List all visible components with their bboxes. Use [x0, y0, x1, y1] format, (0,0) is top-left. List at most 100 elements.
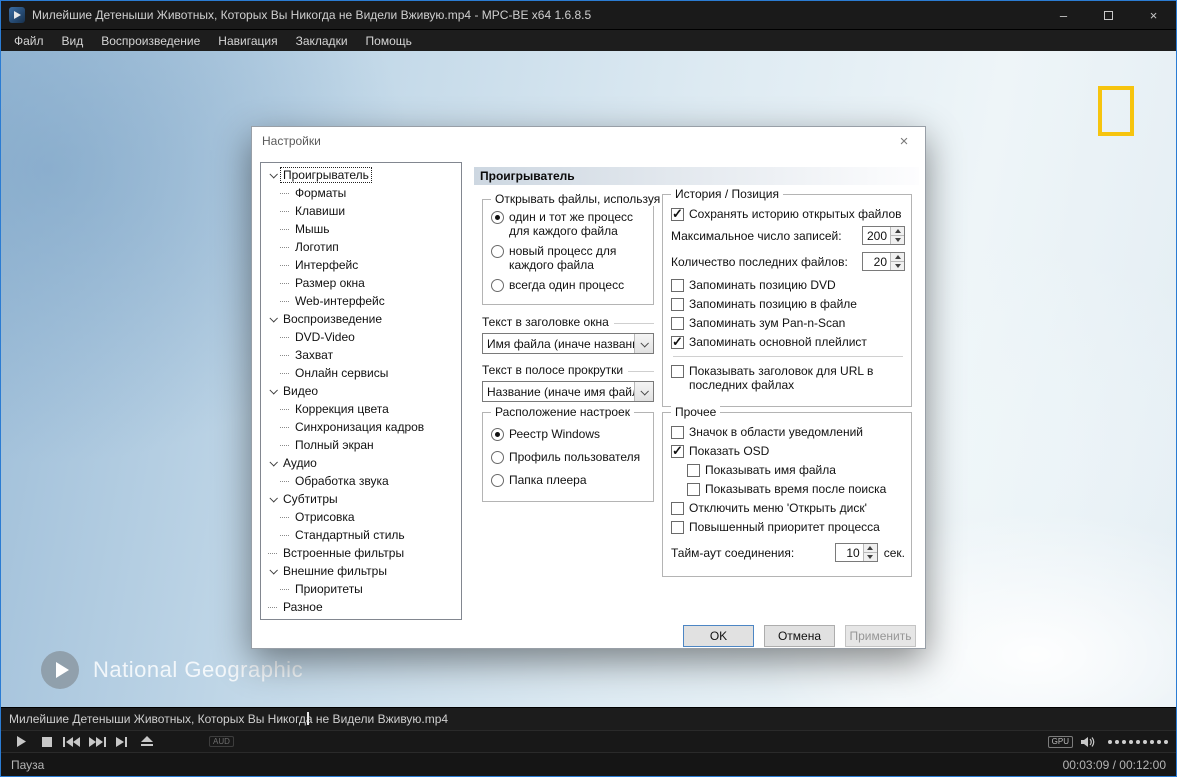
- checkbox-high-priority[interactable]: Повышенный приоритет процесса: [671, 520, 905, 534]
- close-button[interactable]: ×: [1131, 1, 1176, 29]
- radio-same-process[interactable]: один и тот же процесс для каждого файла: [491, 210, 647, 238]
- chevron-down-icon[interactable]: [266, 388, 280, 394]
- menu-navigation[interactable]: Навигация: [209, 30, 286, 51]
- checkbox-show-osd[interactable]: Показать OSD: [671, 443, 905, 459]
- radio-icon[interactable]: [491, 428, 504, 441]
- menu-help[interactable]: Помощь: [357, 30, 421, 51]
- radio-player-folder[interactable]: Папка плеера: [491, 473, 647, 487]
- radio-single-process[interactable]: всегда один процесс: [491, 278, 647, 292]
- dialog-close-button[interactable]: ×: [893, 133, 915, 150]
- radio-registry[interactable]: Реестр Windows: [491, 427, 647, 441]
- tree-item-audio-processing[interactable]: Обработка звука: [261, 472, 461, 490]
- play-button[interactable]: [9, 731, 34, 752]
- chevron-down-icon[interactable]: [634, 334, 653, 353]
- tree-item-window-size[interactable]: Размер окна: [261, 274, 461, 292]
- tree-item-capture[interactable]: Захват: [261, 346, 461, 364]
- stop-button[interactable]: [34, 731, 59, 752]
- tree-item-mouse[interactable]: Мышь: [261, 220, 461, 238]
- chevron-down-icon[interactable]: [634, 382, 653, 401]
- checkbox-icon[interactable]: [671, 298, 684, 311]
- spinner-value[interactable]: 10: [836, 544, 863, 561]
- speaker-icon[interactable]: [1081, 736, 1097, 748]
- tree-item-web-interface[interactable]: Web-интерфейс: [261, 292, 461, 310]
- menu-view[interactable]: Вид: [53, 30, 93, 51]
- chevron-down-icon[interactable]: [266, 316, 280, 322]
- checkbox-icon[interactable]: [687, 464, 700, 477]
- radio-icon[interactable]: [491, 245, 504, 258]
- checkbox-disable-open-disc[interactable]: Отключить меню 'Открыть диск': [671, 501, 905, 515]
- tree-item-fullscreen[interactable]: Полный экран: [261, 436, 461, 454]
- tree-item-online-services[interactable]: Онлайн сервисы: [261, 364, 461, 382]
- chevron-down-icon[interactable]: [266, 496, 280, 502]
- tree-item-formats[interactable]: Форматы: [261, 184, 461, 202]
- tree-item-playback[interactable]: Воспроизведение: [261, 310, 461, 328]
- checkbox-tray-icon[interactable]: Значок в области уведомлений: [671, 425, 905, 439]
- menu-playback[interactable]: Воспроизведение: [92, 30, 209, 51]
- max-records-spinner[interactable]: 200: [862, 226, 905, 245]
- tree-item-misc[interactable]: Разное: [261, 598, 461, 616]
- radio-icon[interactable]: [491, 474, 504, 487]
- spinner-value[interactable]: 20: [863, 253, 890, 270]
- tree-item-frame-sync[interactable]: Синхронизация кадров: [261, 418, 461, 436]
- radio-icon[interactable]: [491, 279, 504, 292]
- checkbox-show-url-title[interactable]: Показывать заголовок для URL в последних…: [671, 364, 905, 392]
- title-text-combobox[interactable]: Имя файла (иначе название: [482, 333, 654, 354]
- tree-item-priorities[interactable]: Приоритеты: [261, 580, 461, 598]
- checkbox-icon[interactable]: [671, 365, 684, 378]
- tree-item-player[interactable]: Проигрыватель: [261, 166, 461, 184]
- tree-item-color-correction[interactable]: Коррекция цвета: [261, 400, 461, 418]
- checkbox-icon[interactable]: [671, 206, 684, 222]
- chevron-down-icon[interactable]: [266, 172, 280, 178]
- tree-item-standard-style[interactable]: Стандартный стиль: [261, 526, 461, 544]
- spinner-value[interactable]: 200: [863, 227, 890, 244]
- checkbox-icon[interactable]: [671, 502, 684, 515]
- tree-item-rendering[interactable]: Отрисовка: [261, 508, 461, 526]
- spin-up-button[interactable]: [890, 253, 904, 262]
- tree-item-logo[interactable]: Логотип: [261, 238, 461, 256]
- audio-track-badge[interactable]: AUD: [209, 736, 234, 747]
- cancel-button[interactable]: Отмена: [764, 625, 835, 647]
- spin-up-button[interactable]: [890, 227, 904, 236]
- checkbox-remember-file-position[interactable]: Запоминать позицию в файле: [671, 297, 905, 311]
- chevron-down-icon[interactable]: [266, 568, 280, 574]
- checkbox-show-filename[interactable]: Показывать имя файла: [687, 463, 905, 477]
- spin-down-button[interactable]: [890, 262, 904, 270]
- radio-user-profile[interactable]: Профиль пользователя: [491, 450, 647, 464]
- radio-icon[interactable]: [491, 451, 504, 464]
- checkbox-icon[interactable]: [687, 483, 700, 496]
- seek-position-marker[interactable]: [307, 712, 309, 725]
- spin-up-button[interactable]: [862, 544, 877, 553]
- checkbox-remember-dvd-position[interactable]: Запоминать позицию DVD: [671, 278, 905, 292]
- tree-item-keys[interactable]: Клавиши: [261, 202, 461, 220]
- tree-item-subtitles[interactable]: Субтитры: [261, 490, 461, 508]
- eject-button[interactable]: [134, 731, 159, 752]
- radio-icon[interactable]: [491, 211, 504, 224]
- spin-down-button[interactable]: [862, 553, 877, 561]
- radio-new-process[interactable]: новый процесс для каждого файла: [491, 244, 647, 272]
- checkbox-icon[interactable]: [671, 279, 684, 292]
- tree-item-interface[interactable]: Интерфейс: [261, 256, 461, 274]
- seekbar[interactable]: Милейшие Детеныши Животных, Которых Вы Н…: [1, 707, 1176, 730]
- checkbox-show-seek-time[interactable]: Показывать время после поиска: [687, 482, 905, 496]
- checkbox-remember-zoom[interactable]: Запоминать зум Pan-n-Scan: [671, 316, 905, 330]
- previous-button[interactable]: [59, 731, 84, 752]
- minimize-button[interactable]: –: [1041, 1, 1086, 29]
- volume-control[interactable]: [1105, 739, 1168, 744]
- tree-item-video[interactable]: Видео: [261, 382, 461, 400]
- checkbox-icon[interactable]: [671, 334, 684, 350]
- tree-item-external-filters[interactable]: Внешние фильтры: [261, 562, 461, 580]
- tree-item-dvd-video[interactable]: DVD-Video: [261, 328, 461, 346]
- seekbar-text-combobox[interactable]: Название (иначе имя файла: [482, 381, 654, 402]
- recent-files-spinner[interactable]: 20: [862, 252, 905, 271]
- frame-step-button[interactable]: [109, 731, 134, 752]
- next-button[interactable]: [84, 731, 109, 752]
- spin-down-button[interactable]: [890, 236, 904, 244]
- tree-item-internal-filters[interactable]: Встроенные фильтры: [261, 544, 461, 562]
- menu-bookmarks[interactable]: Закладки: [287, 30, 357, 51]
- timeout-spinner[interactable]: 10: [834, 543, 878, 562]
- maximize-button[interactable]: [1086, 1, 1131, 29]
- ok-button[interactable]: OK: [683, 625, 754, 647]
- checkbox-icon[interactable]: [671, 521, 684, 534]
- chevron-down-icon[interactable]: [266, 460, 280, 466]
- tree-item-audio[interactable]: Аудио: [261, 454, 461, 472]
